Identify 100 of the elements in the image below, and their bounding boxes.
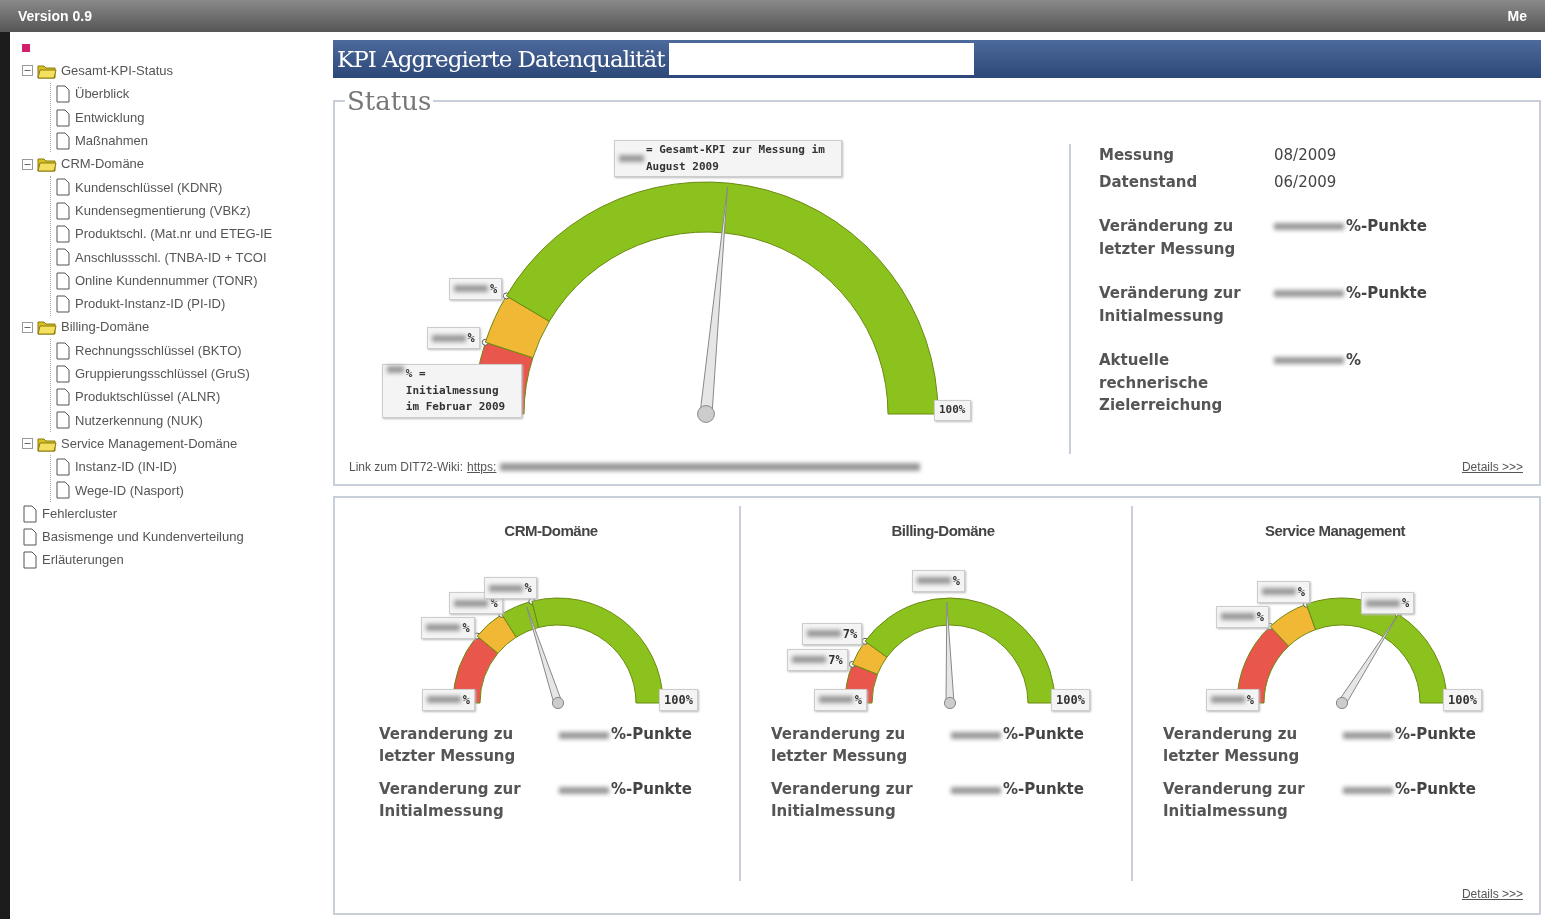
- stat-label: Veranderung zur Initialmessung: [1163, 778, 1306, 822]
- domain-title: CRM-Domäne: [503, 521, 599, 541]
- page-icon: [55, 341, 71, 360]
- details-link[interactable]: Details >>>: [1461, 887, 1523, 901]
- tree-item[interactable]: Erläuterungen: [42, 550, 124, 570]
- page-icon: [55, 388, 71, 407]
- app-version-title: Version 0.9: [18, 6, 92, 26]
- stat-label: Veranderung zur Initialmessung: [379, 778, 522, 822]
- redacted-blur: [453, 285, 488, 293]
- redacted-blur: [1220, 613, 1255, 621]
- info-value: 08/2009: [1274, 145, 1337, 166]
- gauge-label: %: [1297, 583, 1306, 601]
- stat-value: %-Punkte: [611, 778, 692, 800]
- tree-item[interactable]: Gesamt-KPI-Status: [61, 61, 173, 81]
- details-link[interactable]: Details >>>: [1461, 458, 1523, 476]
- tree-item[interactable]: Rechnungsschlüssel (BKTO): [75, 340, 242, 361]
- info-value: %-Punkte: [1346, 216, 1427, 237]
- wiki-label: Link zum DIT72-Wiki:: [349, 459, 464, 476]
- page-icon: [55, 201, 71, 220]
- tree-item[interactable]: Produkt-Instanz-ID (PI-ID): [75, 294, 226, 314]
- page-title: KPI Aggregierte Datenqualität: [336, 44, 665, 74]
- tree-item[interactable]: Instanz-ID (IN-ID): [75, 457, 177, 477]
- redacted-blur: [818, 696, 853, 703]
- info-value: %: [1346, 350, 1362, 371]
- domain-title: Service Management: [1263, 521, 1407, 541]
- gauge-label: 7%: [828, 651, 843, 669]
- info-value: 06/2009: [1274, 171, 1337, 193]
- gauge-label: %: [952, 572, 960, 590]
- gauge-label: 100%: [939, 402, 966, 418]
- wiki-link[interactable]: https:: [467, 458, 497, 476]
- page-icon: [55, 411, 71, 430]
- redacted-blur: [488, 584, 523, 592]
- redacted-blur: [916, 577, 951, 585]
- tree-item[interactable]: Online Kundennummer (TONR): [75, 270, 258, 291]
- domain-title: Billing-Domäne: [890, 521, 996, 541]
- collapse-toggle-icon[interactable]: [22, 158, 33, 170]
- tree-item[interactable]: Gruppierungsschlüssel (GruS): [75, 364, 250, 384]
- redacted-blur: [431, 334, 466, 342]
- page-icon: [55, 178, 71, 197]
- gauge-label: 100%: [664, 691, 693, 709]
- page-icon: [55, 458, 71, 476]
- page-icon: [55, 131, 71, 150]
- gauge-label: %: [462, 691, 470, 709]
- redacted-blur: [792, 656, 827, 664]
- redacted-blur: [618, 155, 644, 163]
- page-icon: [55, 294, 71, 313]
- tree-item[interactable]: CRM-Domäne: [61, 154, 145, 174]
- tree-item[interactable]: Kundenschlüssel (KDNR): [75, 177, 223, 198]
- page-icon: [22, 551, 38, 570]
- info-label: Veränderung zur Initialmessung: [1099, 283, 1242, 327]
- tree-item[interactable]: Maßnahmen: [75, 131, 148, 151]
- stat-label: Veranderung zu letzter Messung: [771, 723, 909, 767]
- tree-item[interactable]: Produktschlüssel (ALNR): [75, 387, 221, 407]
- menu-label[interactable]: Me: [1507, 5, 1527, 27]
- tree-item[interactable]: Fehlercluster: [42, 503, 118, 524]
- redacted-blur: [387, 366, 404, 373]
- redacted-blur: [1365, 599, 1400, 607]
- tree-item[interactable]: Billing-Domäne: [61, 317, 150, 337]
- page-icon: [55, 248, 71, 267]
- tree-item[interactable]: Produktschl. (Mat.nr und ETEG-IE: [75, 224, 273, 244]
- redacted-blur: [1210, 696, 1245, 703]
- redacted-blur: [1343, 731, 1393, 739]
- gauge-label: %: [462, 619, 470, 637]
- gauge-label: %: [1256, 608, 1264, 626]
- page-icon: [55, 481, 71, 500]
- folder-icon: [37, 318, 57, 337]
- redacted-blur: [454, 599, 489, 607]
- redacted-blur: [1261, 588, 1296, 596]
- stat-value: %-Punkte: [611, 723, 692, 745]
- gauge-label: 7%: [842, 625, 858, 643]
- gauge-label: % = Initialmessung im Februar 2009: [405, 366, 507, 415]
- stat-value: %-Punkte: [1003, 778, 1084, 800]
- collapse-toggle-icon[interactable]: [22, 65, 33, 77]
- redacted-blur: [951, 786, 1001, 794]
- page-icon: [55, 271, 71, 290]
- redacted-blur: [426, 624, 461, 632]
- redacted-blur: [951, 731, 1001, 739]
- tree-item[interactable]: Anschlussschl. (TNBA-ID + TCOI: [75, 247, 267, 268]
- info-label: Datenstand: [1099, 171, 1199, 193]
- root-icon: [22, 43, 30, 52]
- page-icon: [55, 85, 71, 104]
- info-label: Messung: [1099, 145, 1176, 166]
- stat-value: %-Punkte: [1395, 778, 1476, 800]
- page-icon: [55, 225, 71, 243]
- collapse-toggle-icon[interactable]: [22, 438, 33, 450]
- tree-item[interactable]: Wege-ID (Nasport): [75, 480, 184, 501]
- redacted-blur: [806, 630, 841, 638]
- gauge-label: 100%: [1056, 691, 1085, 709]
- tree-item[interactable]: Überblick: [75, 84, 130, 104]
- tree-item[interactable]: Nutzerkennung (NUK): [75, 410, 203, 431]
- page-icon: [22, 504, 38, 523]
- gauge-label: = Gesamt-KPI zur Messung im August 2009: [645, 142, 826, 175]
- redacted-blur: [559, 731, 609, 739]
- tree-item[interactable]: Service Management-Domäne: [61, 433, 238, 454]
- stat-label: Veranderung zu letzter Messung: [379, 723, 517, 767]
- tree-item[interactable]: Entwicklung: [75, 107, 145, 128]
- collapse-toggle-icon[interactable]: [22, 321, 33, 333]
- tree-item[interactable]: Kundensegmentierung (VBKz): [75, 200, 251, 221]
- stat-label: Veranderung zur Initialmessung: [771, 778, 914, 822]
- tree-item[interactable]: Basismenge und Kundenverteilung: [42, 527, 244, 547]
